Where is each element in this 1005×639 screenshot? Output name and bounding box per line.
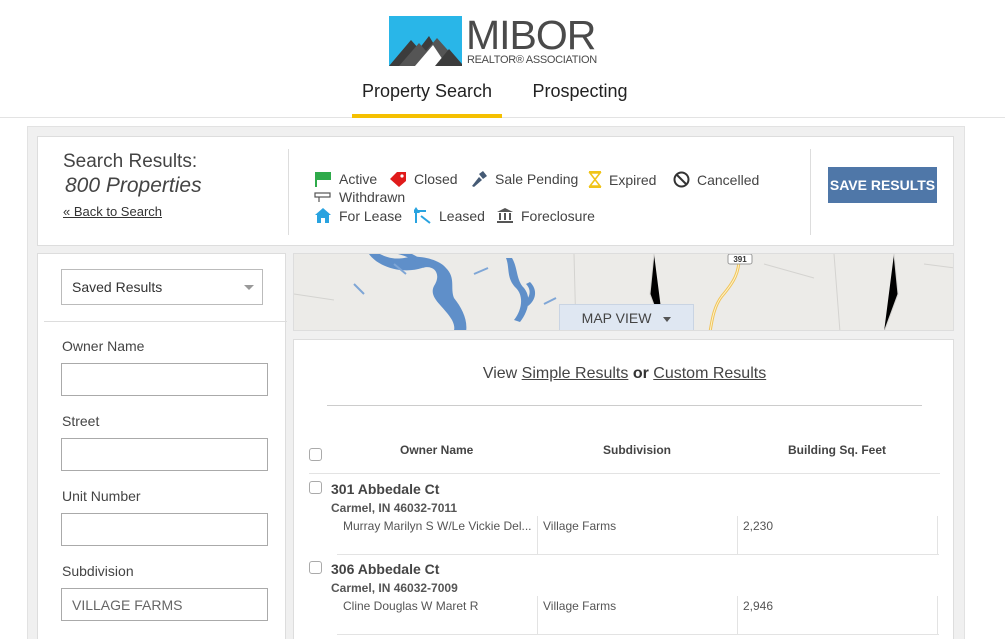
divider [810, 149, 811, 235]
row-subdivision: Village Farms [543, 519, 617, 533]
save-results-button[interactable]: SAVE RESULTS [828, 167, 937, 203]
mibor-logo[interactable]: MIBOR REALTOR® ASSOCIATION [389, 12, 606, 68]
divider [737, 596, 738, 634]
back-to-search-link[interactable]: « Back to Search [63, 204, 162, 219]
legend-label: Withdrawn [339, 189, 406, 205]
main-nav: Property Search Prospecting [0, 80, 1005, 118]
divider [309, 473, 940, 474]
road-marker-label: 391 [733, 255, 747, 264]
legend-label: Closed [414, 171, 458, 187]
house-icon [315, 208, 331, 223]
legend-leased: Leased [414, 207, 485, 224]
row-address-link[interactable]: 306 Abbedale Ct [331, 561, 439, 577]
subdivision-label: Subdivision [62, 563, 134, 579]
tab-property-search[interactable]: Property Search [352, 80, 502, 118]
map-view-label: MAP VIEW [581, 310, 652, 326]
logo-subtitle: REALTOR® ASSOCIATION [467, 54, 597, 66]
legend-label: Leased [439, 207, 485, 224]
flag-icon [315, 172, 331, 187]
street-label: Street [62, 413, 100, 429]
legend-for-lease: For Lease [314, 207, 402, 224]
row-checkbox[interactable] [309, 481, 322, 494]
legend-label: Expired [609, 171, 657, 188]
legend-label: Cancelled [697, 171, 760, 188]
mibor-logo-mark-icon [389, 16, 462, 66]
legend-label: Active [339, 171, 378, 187]
view-prefix: View [482, 365, 518, 382]
divider [537, 596, 538, 634]
column-building-sq-feet[interactable]: Building Sq. Feet [788, 443, 886, 457]
results-panel: View Simple Results or Custom Results Ow… [293, 339, 954, 639]
divider [44, 321, 287, 322]
subdivision-input[interactable] [61, 588, 268, 621]
simple-results-link[interactable]: Simple Results [522, 365, 629, 382]
legend-withdrawn: Withdrawn [314, 189, 405, 205]
divider [327, 405, 922, 406]
filter-panel: Saved Results Owner Name Street Unit Num… [37, 253, 287, 639]
owner-name-input[interactable] [61, 363, 268, 396]
legend-label: Sale Pending [495, 171, 579, 187]
leased-arrow-icon [414, 207, 431, 224]
unit-number-input[interactable] [61, 513, 268, 546]
column-subdivision[interactable]: Subdivision [603, 443, 671, 457]
row-subdivision: Village Farms [543, 599, 617, 613]
chevron-down-icon [244, 285, 254, 290]
street-input[interactable] [61, 438, 268, 471]
legend-label: For Lease [339, 207, 403, 224]
map-view-toggle[interactable]: MAP VIEW [559, 304, 694, 330]
legend-foreclosure: Foreclosure [496, 207, 595, 224]
legend-expired: Expired [588, 171, 656, 188]
legend-cancelled: Cancelled [673, 171, 759, 188]
divider [937, 596, 938, 634]
unit-number-label: Unit Number [62, 488, 141, 504]
row-sqft: 2,230 [743, 519, 774, 533]
gavel-icon [472, 171, 487, 187]
row-owner: Murray Marilyn S W/Le Vickie Del... [343, 519, 532, 533]
logo-wordmark: MIBOR [466, 12, 596, 58]
withdrawn-icon [314, 192, 331, 202]
owner-name-label: Owner Name [62, 338, 145, 354]
hourglass-icon [588, 171, 602, 188]
or-word: or [632, 365, 649, 382]
row-checkbox[interactable] [309, 561, 322, 574]
legend-label: Foreclosure [521, 207, 595, 224]
row-sqft: 2,946 [743, 599, 774, 613]
divider [937, 516, 938, 554]
tab-prospecting[interactable]: Prospecting [520, 80, 640, 118]
row-city: Carmel, IN 46032-7009 [331, 581, 458, 595]
map-preview[interactable]: 391 MAP VIEW [293, 253, 954, 331]
results-count: 800 Properties [65, 174, 202, 197]
row-owner: Cline Douglas W Maret R [343, 599, 479, 613]
view-mode-line: View Simple Results or Custom Results [294, 365, 955, 383]
results-title: Search Results: [63, 151, 198, 172]
divider [537, 516, 538, 554]
divider [337, 634, 939, 635]
price-tag-icon [390, 172, 406, 187]
saved-results-select-value: Saved Results [72, 279, 163, 295]
row-city: Carmel, IN 46032-7011 [331, 501, 458, 515]
saved-results-select[interactable]: Saved Results [61, 269, 263, 305]
column-owner-name[interactable]: Owner Name [400, 443, 473, 457]
ban-icon [673, 171, 690, 188]
divider [737, 516, 738, 554]
results-summary: Search Results: 800 Properties « Back to… [37, 136, 954, 246]
divider [288, 149, 289, 235]
custom-results-link[interactable]: Custom Results [653, 365, 766, 382]
chevron-down-icon [663, 316, 672, 322]
legend-active: Active [314, 171, 377, 187]
logo-text: MIBOR REALTOR® ASSOCIATION [466, 12, 606, 68]
select-all-checkbox[interactable] [309, 448, 322, 461]
legend-sale-pending: Sale Pending [470, 171, 578, 187]
bank-icon [497, 208, 513, 223]
legend-closed: Closed [389, 171, 458, 187]
site-header: MIBOR REALTOR® ASSOCIATION Property Sear… [0, 0, 1005, 118]
row-address-link[interactable]: 301 Abbedale Ct [331, 481, 439, 497]
divider [337, 554, 939, 555]
